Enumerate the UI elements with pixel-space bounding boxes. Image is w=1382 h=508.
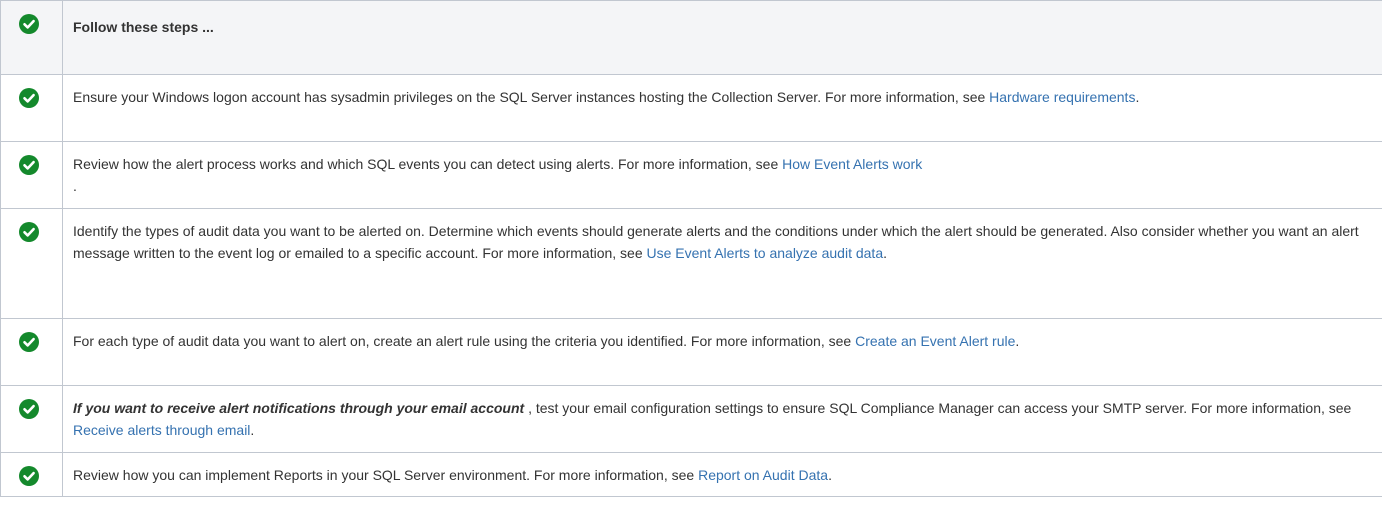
step-text: For each type of audit data you want to … <box>73 333 856 349</box>
step-row: Review how you can implement Reports in … <box>0 452 1382 497</box>
check-circle-icon <box>19 466 39 486</box>
how-event-alerts-work-link[interactable]: How Event Alerts work <box>782 156 922 172</box>
step-row: Review how the alert process works and w… <box>0 141 1382 209</box>
step-row: For each type of audit data you want to … <box>0 318 1382 386</box>
step-icon-cell <box>0 74 63 142</box>
check-circle-icon <box>19 155 39 175</box>
step-text-cell: Review how you can implement Reports in … <box>62 452 1382 497</box>
step-text-cell: Review how the alert process works and w… <box>62 141 1382 209</box>
step-text: Review how you can implement Reports in … <box>73 467 699 483</box>
header-title: Follow these steps ... <box>62 0 1382 75</box>
step-text: Ensure your Windows logon account has sy… <box>73 89 990 105</box>
step-text-cell: For each type of audit data you want to … <box>62 318 1382 386</box>
step-icon-cell <box>0 141 63 209</box>
step-suffix: . <box>250 422 255 438</box>
step-text: , test your email configuration settings… <box>524 400 1352 416</box>
step-icon-cell <box>0 318 63 386</box>
hardware-requirements-link[interactable]: Hardware requirements <box>989 89 1135 105</box>
step-row: Ensure your Windows logon account has sy… <box>0 74 1382 142</box>
step-suffix: . <box>73 178 77 194</box>
step-suffix: . <box>883 245 887 261</box>
step-row: If you want to receive alert notificatio… <box>0 385 1382 453</box>
step-suffix: . <box>828 467 832 483</box>
check-circle-icon <box>19 88 39 108</box>
step-emphasis: If you want to receive alert notificatio… <box>73 400 525 416</box>
receive-alerts-email-link[interactable]: Receive alerts through email <box>73 422 250 438</box>
step-icon-cell <box>0 208 63 319</box>
step-row: Identify the types of audit data you wan… <box>0 208 1382 319</box>
check-circle-icon <box>19 222 39 242</box>
step-icon-cell <box>0 385 63 453</box>
create-event-alert-rule-link[interactable]: Create an Event Alert rule <box>855 333 1015 349</box>
step-text-cell: If you want to receive alert notificatio… <box>62 385 1382 453</box>
check-circle-icon <box>19 332 39 352</box>
header-row: Follow these steps ... <box>0 0 1382 75</box>
step-suffix: . <box>1015 333 1020 349</box>
header-icon-cell <box>0 0 63 75</box>
steps-table: Follow these steps ... Ensure your Windo… <box>0 0 1382 497</box>
use-event-alerts-link[interactable]: Use Event Alerts to analyze audit data <box>647 245 884 261</box>
step-text-cell: Identify the types of audit data you wan… <box>62 208 1382 319</box>
step-text-cell: Ensure your Windows logon account has sy… <box>62 74 1382 142</box>
report-on-audit-data-link[interactable]: Report on Audit Data <box>698 467 828 483</box>
step-text: Review how the alert process works and w… <box>73 156 783 172</box>
step-icon-cell <box>0 452 63 497</box>
step-suffix: . <box>1135 89 1140 105</box>
check-circle-icon <box>19 399 39 419</box>
check-circle-icon <box>19 14 39 34</box>
